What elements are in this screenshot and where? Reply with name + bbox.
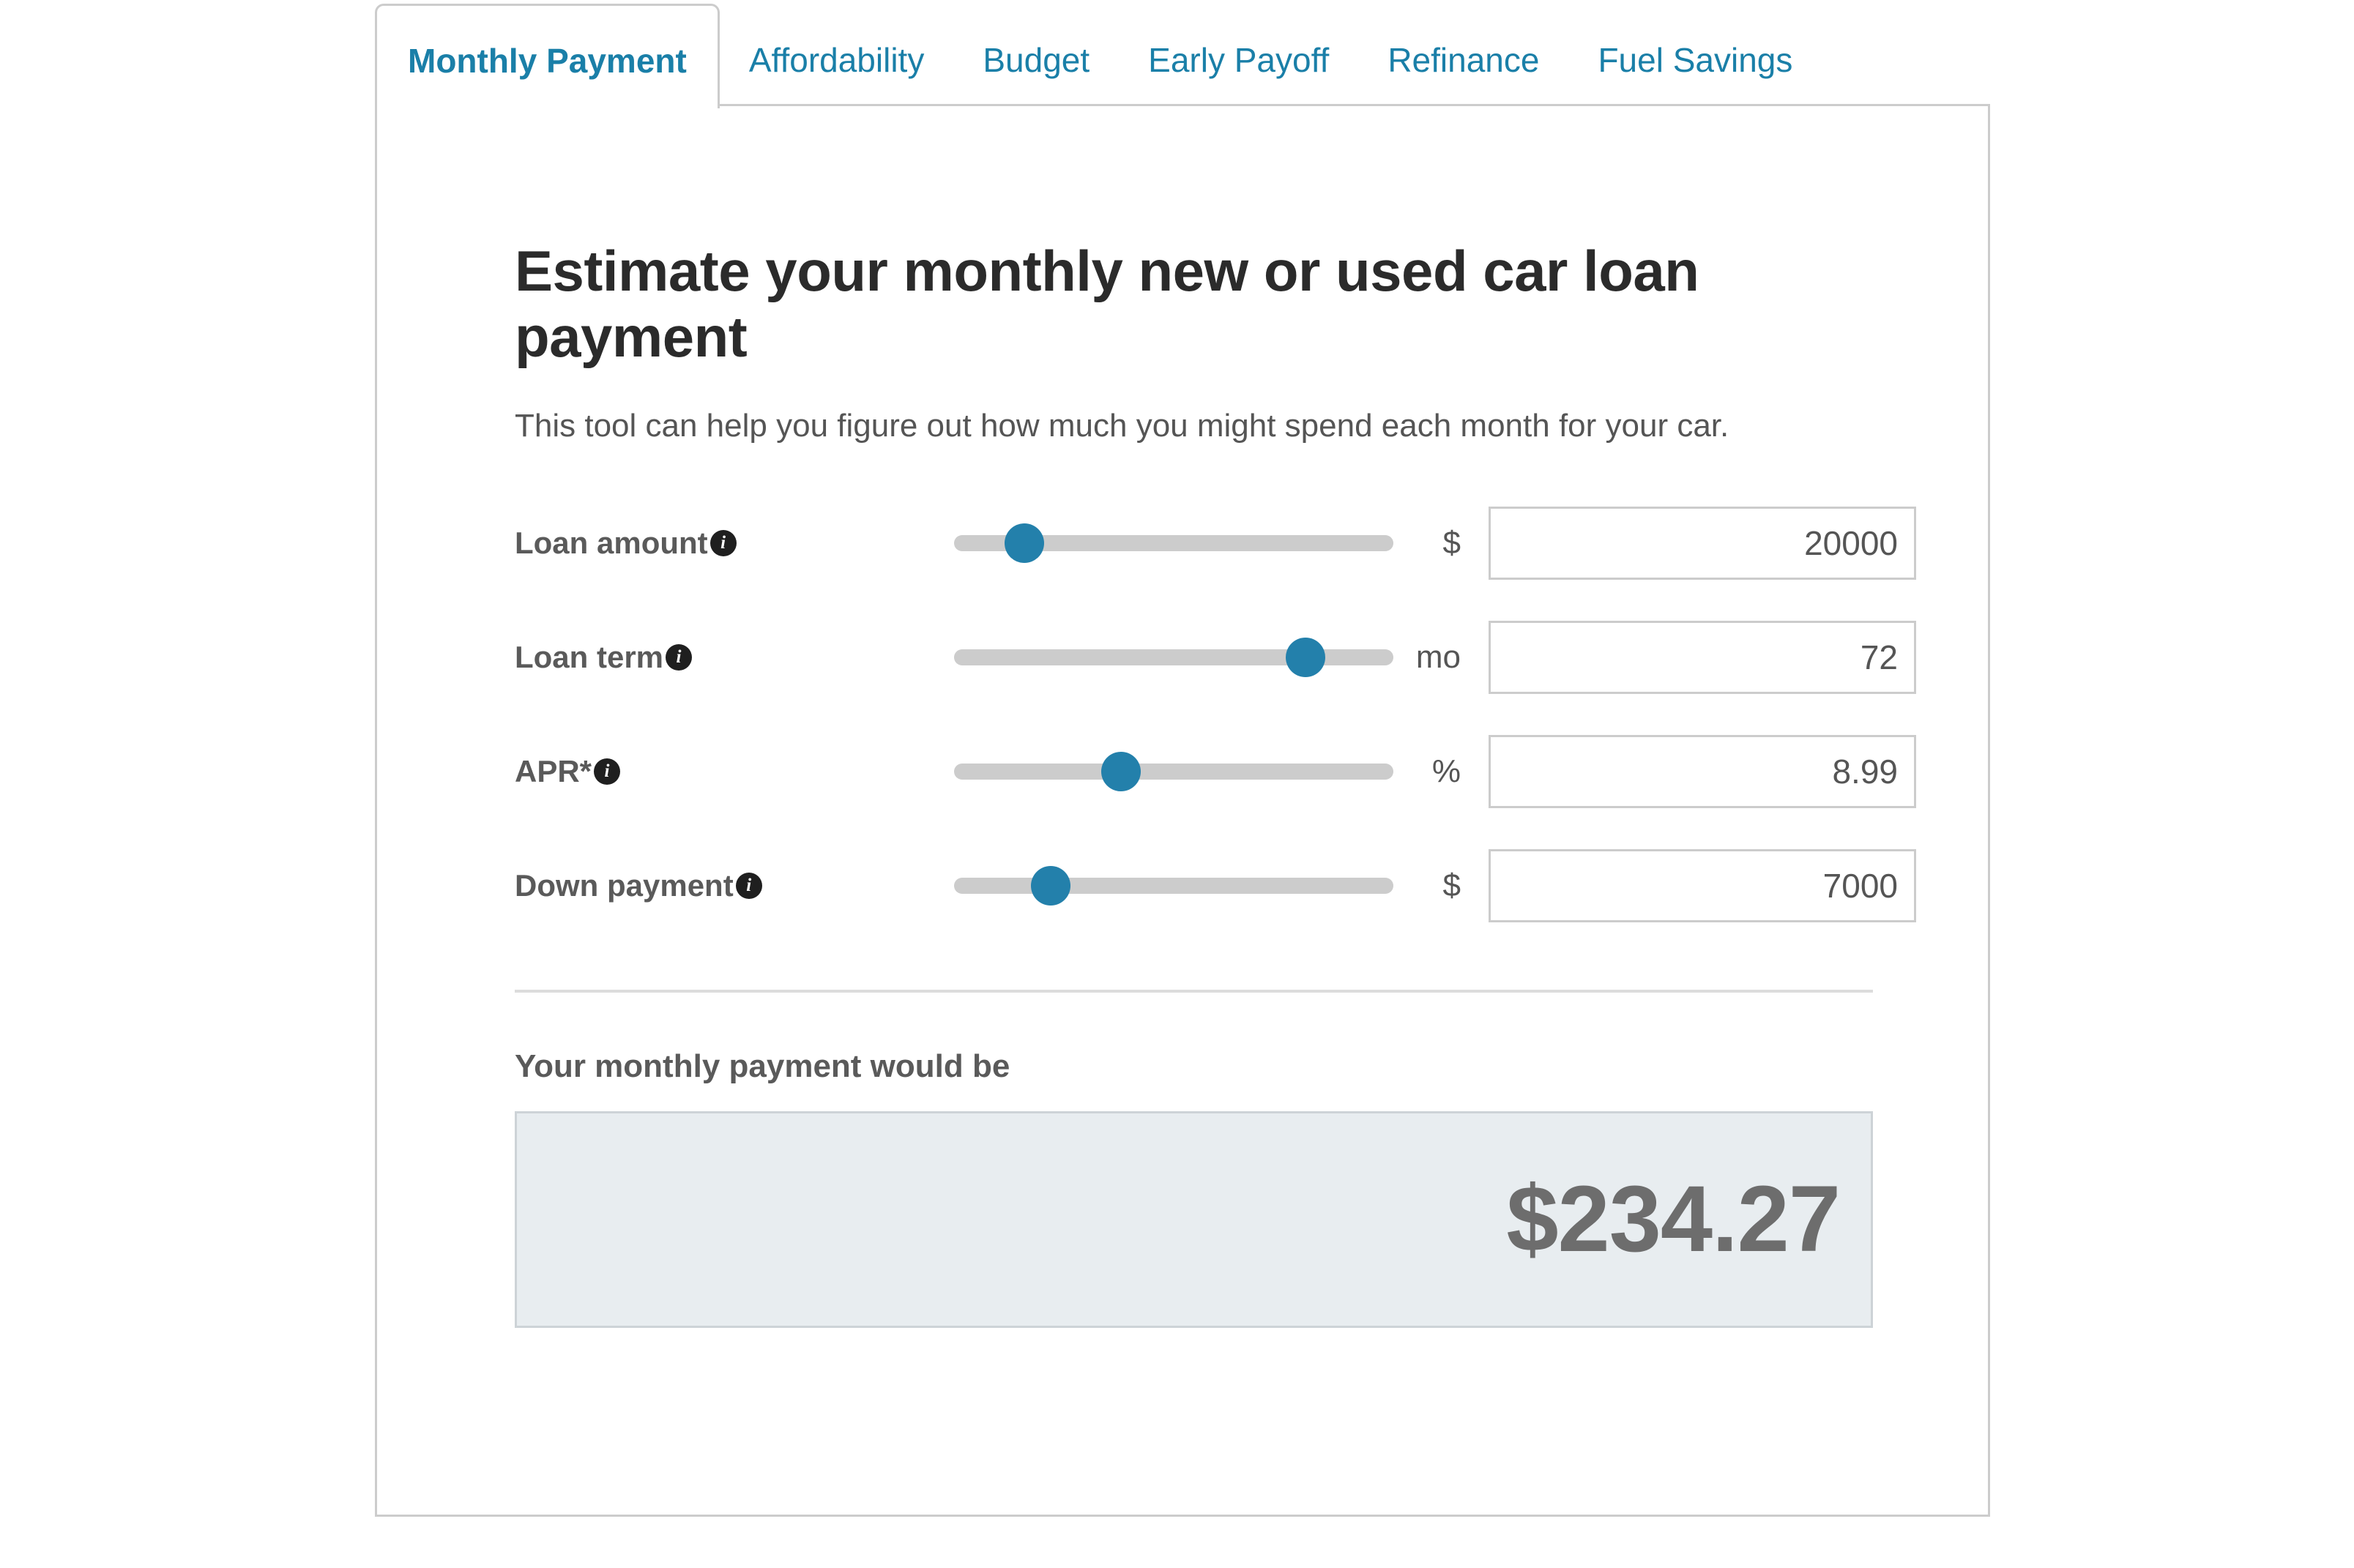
tab-label: Budget — [983, 41, 1090, 79]
unit-loan-term: mo — [1415, 638, 1461, 675]
page-title: Estimate your monthly new or used car lo… — [515, 239, 1699, 370]
field-label-text: Loan amount — [515, 525, 708, 560]
label-apr: APR* i — [515, 754, 734, 789]
monthly-payment-amount: $234.27 — [1506, 1166, 1841, 1272]
info-icon[interactable]: i — [666, 643, 693, 671]
unit-down-payment: $ — [1442, 867, 1461, 903]
unit-apr: % — [1431, 753, 1461, 789]
field-label-text: APR* — [515, 753, 592, 788]
auto-loan-calculator: Monthly Payment Affordability Budget Ear… — [0, 0, 2354, 1568]
field-cell — [1489, 734, 1916, 808]
tab-early-payoff[interactable]: Early Payoff — [1119, 43, 1358, 106]
tab-refinance[interactable]: Refinance — [1358, 43, 1568, 106]
slider-down-payment[interactable] — [954, 864, 1393, 908]
field-row-loan-amount: Loan amount i $ — [515, 486, 1916, 600]
monthly-payment-panel: Estimate your monthly new or used car lo… — [375, 104, 1990, 1517]
info-icon[interactable]: i — [735, 872, 762, 899]
field-row-down-payment: Down payment i $ — [515, 829, 1916, 943]
info-icon[interactable]: i — [594, 758, 621, 785]
slider-loan-amount[interactable] — [954, 521, 1393, 565]
slider-track[interactable] — [954, 649, 1393, 665]
input-down-payment[interactable] — [1489, 848, 1916, 922]
field-cell — [1489, 620, 1916, 694]
tab-monthly-payment[interactable]: Monthly Payment — [375, 4, 720, 108]
field-cell — [1489, 848, 1916, 922]
tab-label: Refinance — [1388, 41, 1540, 79]
tab-budget[interactable]: Budget — [953, 43, 1119, 106]
unit-loan-amount: $ — [1442, 524, 1461, 561]
input-loan-term[interactable] — [1489, 620, 1916, 694]
input-apr[interactable] — [1489, 734, 1916, 808]
tab-label: Affordability — [748, 41, 925, 79]
field-row-apr: APR* i % — [515, 714, 1916, 829]
field-row-loan-term: Loan term i mo — [515, 600, 1916, 714]
tab-label: Monthly Payment — [408, 42, 687, 80]
result-label: Your monthly payment would be — [515, 1048, 1010, 1084]
tab-fuel-savings[interactable]: Fuel Savings — [1568, 43, 1822, 106]
slider-thumb[interactable] — [1101, 751, 1141, 791]
slider-track[interactable] — [954, 763, 1393, 780]
label-down-payment: Down payment i — [515, 867, 762, 903]
slider-loan-term[interactable] — [954, 635, 1393, 679]
field-label-text: Loan term — [515, 639, 664, 674]
result-box: $234.27 — [515, 1110, 1873, 1328]
slider-thumb[interactable] — [1286, 637, 1325, 677]
tab-label: Early Payoff — [1148, 41, 1330, 79]
tab-affordability[interactable]: Affordability — [720, 43, 954, 106]
slider-track[interactable] — [954, 877, 1393, 894]
slider-apr[interactable] — [954, 750, 1393, 794]
slider-thumb[interactable] — [1031, 865, 1070, 906]
tab-label: Fuel Savings — [1598, 41, 1793, 79]
calculator-tabs: Monthly Payment Affordability Budget Ear… — [375, 4, 1993, 108]
page-description: This tool can help you figure out how mu… — [515, 407, 1729, 444]
label-loan-term: Loan term i — [515, 640, 734, 675]
panel-content: Estimate your monthly new or used car lo… — [515, 238, 1916, 1328]
input-loan-amount[interactable] — [1489, 506, 1916, 580]
info-icon[interactable]: i — [709, 529, 737, 556]
slider-thumb[interactable] — [1005, 523, 1044, 563]
label-loan-amount: Loan amount i — [515, 525, 737, 561]
field-label-text: Down payment — [515, 867, 734, 903]
section-divider — [515, 989, 1873, 993]
input-rows: Loan amount i $ Loan term — [515, 486, 1916, 943]
field-cell — [1489, 506, 1916, 580]
